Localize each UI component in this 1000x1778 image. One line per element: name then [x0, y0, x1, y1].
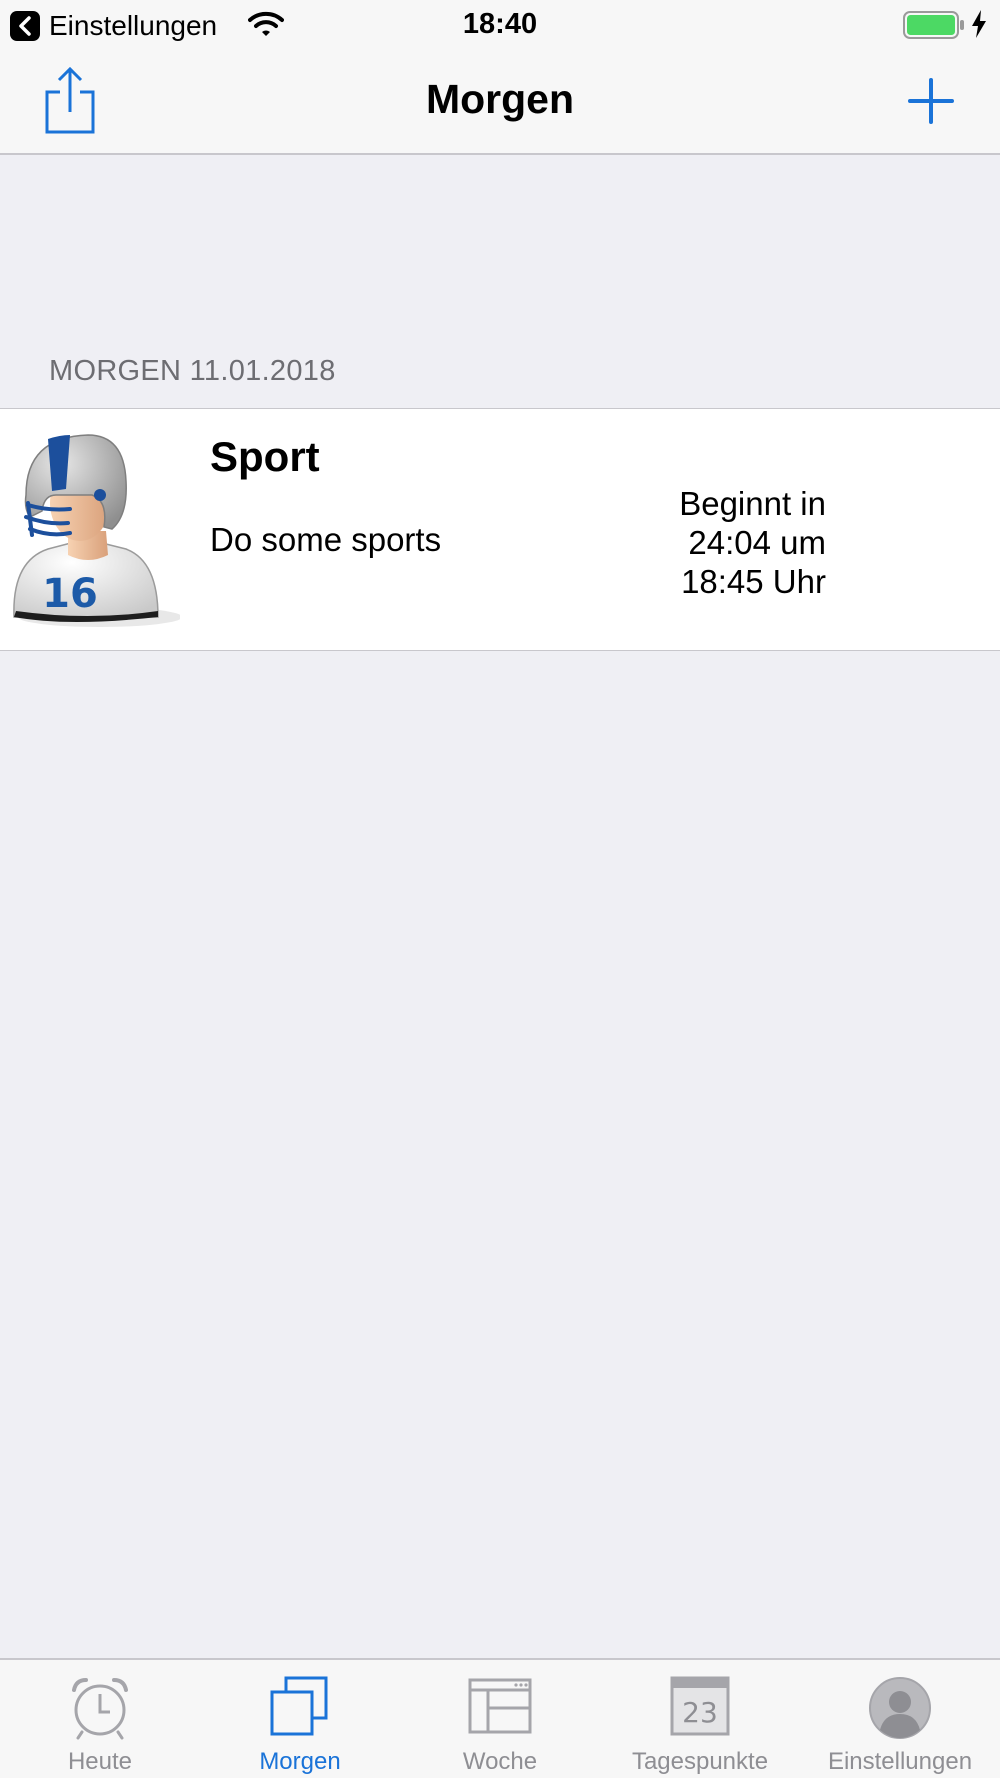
item-start-info: Beginnt in 24:04 um 18:45 Uhr — [679, 484, 826, 601]
tab-label: Woche — [462, 1748, 538, 1775]
list-item[interactable]: 16 Sport Do some sports Beginnt in 24:04… — [0, 408, 1000, 651]
start-info-line: 24:04 um — [688, 524, 826, 561]
start-info-line: Beginnt in — [679, 485, 826, 522]
tab-label: Heute — [67, 1748, 133, 1775]
charging-bolt-icon — [970, 9, 988, 44]
football-player-avatar: 16 — [8, 431, 182, 631]
stacked-squares-icon — [270, 1676, 328, 1736]
battery-icon — [903, 11, 965, 44]
calendar-icon: 23 — [670, 1676, 730, 1736]
tab-einstellungen[interactable]: Einstellungen — [800, 1660, 1000, 1778]
tab-tagespunkte[interactable]: 23 Tagespunkte — [600, 1660, 800, 1778]
plus-icon — [908, 78, 954, 124]
status-bar: Einstellungen 18:40 — [0, 0, 1000, 50]
tab-woche[interactable]: Woche — [400, 1660, 600, 1778]
calendar-day: 23 — [682, 1696, 718, 1729]
alarm-clock-icon — [72, 1678, 128, 1740]
jersey-number: 16 — [42, 571, 98, 617]
tab-heute[interactable]: Heute — [0, 1660, 200, 1778]
tab-bar: Heute Morgen Woche 23 Tagespunkte Einste… — [0, 1658, 1000, 1778]
add-button[interactable] — [906, 76, 956, 126]
tab-morgen[interactable]: Morgen — [200, 1660, 400, 1778]
person-icon — [869, 1677, 931, 1739]
section-header: MORGEN 11.01.2018 — [49, 355, 336, 387]
item-subtitle: Do some sports — [210, 521, 442, 558]
start-info-line: 18:45 Uhr — [681, 563, 826, 600]
tab-label: Morgen — [259, 1748, 341, 1775]
navigation-bar: Morgen — [0, 50, 1000, 155]
tab-label: Einstellungen — [827, 1748, 973, 1775]
week-layout-icon — [468, 1678, 532, 1734]
item-title: Sport — [210, 433, 320, 480]
page-title: Morgen — [425, 76, 575, 122]
status-time: 18:40 — [462, 8, 538, 40]
tab-label: Tagespunkte — [631, 1748, 769, 1775]
